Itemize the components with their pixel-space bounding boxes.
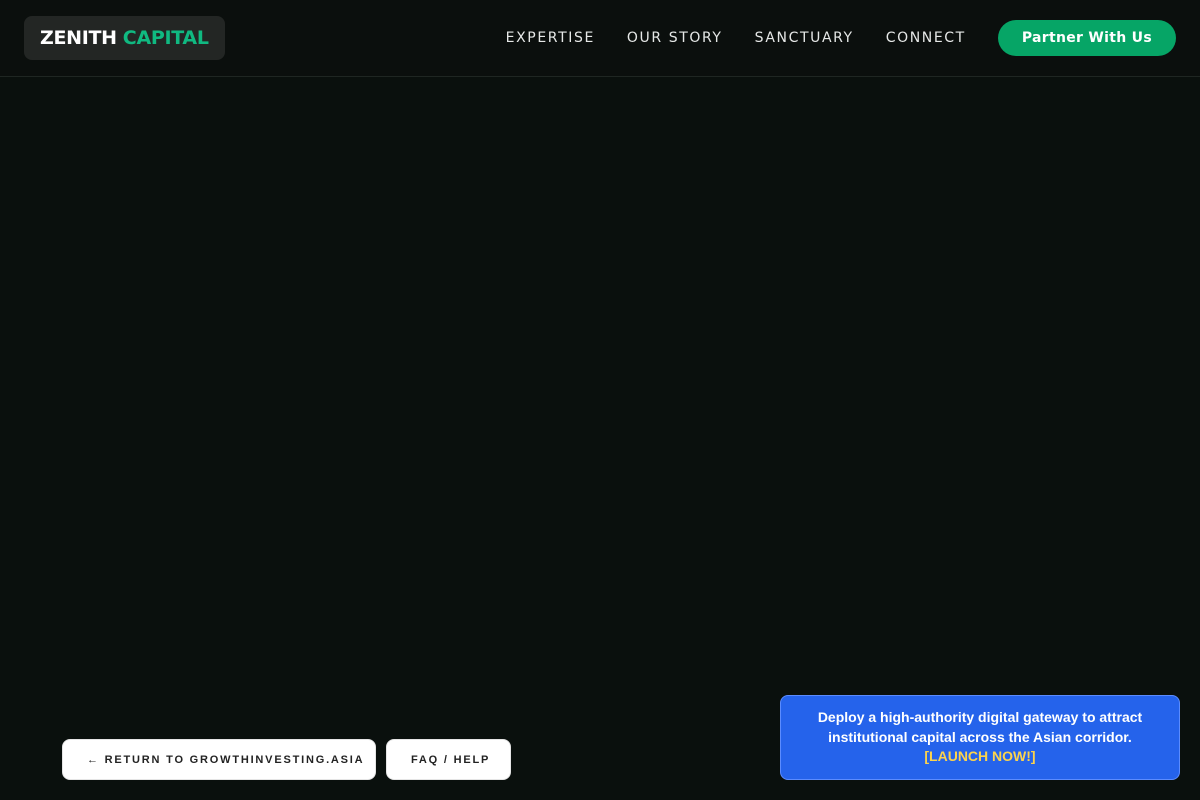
nav-link-our-story[interactable]: OUR STORY (627, 30, 723, 46)
site-header: ZENITH CAPITAL EXPERTISE OUR STORY SANCT… (0, 0, 1200, 77)
brand-logo[interactable]: ZENITH CAPITAL (24, 16, 225, 60)
promo-banner[interactable]: Deploy a high-authority digital gateway … (780, 695, 1180, 780)
nav-link-sanctuary[interactable]: SANCTUARY (755, 30, 854, 46)
launch-now-link[interactable]: [LAUNCH NOW!] (924, 747, 1035, 767)
logo-word-capital: CAPITAL (122, 27, 209, 49)
logo-word-zenith: ZENITH (40, 27, 117, 49)
nav-link-connect[interactable]: CONNECT (886, 30, 966, 46)
return-to-site-button[interactable]: ← RETURN TO GROWTHINVESTING.ASIA (62, 739, 376, 780)
partner-with-us-button[interactable]: Partner With Us (997, 20, 1176, 56)
page: ZENITH CAPITAL EXPERTISE OUR STORY SANCT… (0, 0, 1200, 800)
main-nav: EXPERTISE OUR STORY SANCTUARY CONNECT Pa… (506, 20, 1176, 56)
nav-link-expertise[interactable]: EXPERTISE (506, 30, 595, 46)
bottom-action-buttons: ← RETURN TO GROWTHINVESTING.ASIA FAQ / H… (62, 739, 511, 780)
promo-text: Deploy a high-authority digital gateway … (817, 709, 1143, 745)
faq-help-button[interactable]: FAQ / HELP (386, 739, 511, 780)
